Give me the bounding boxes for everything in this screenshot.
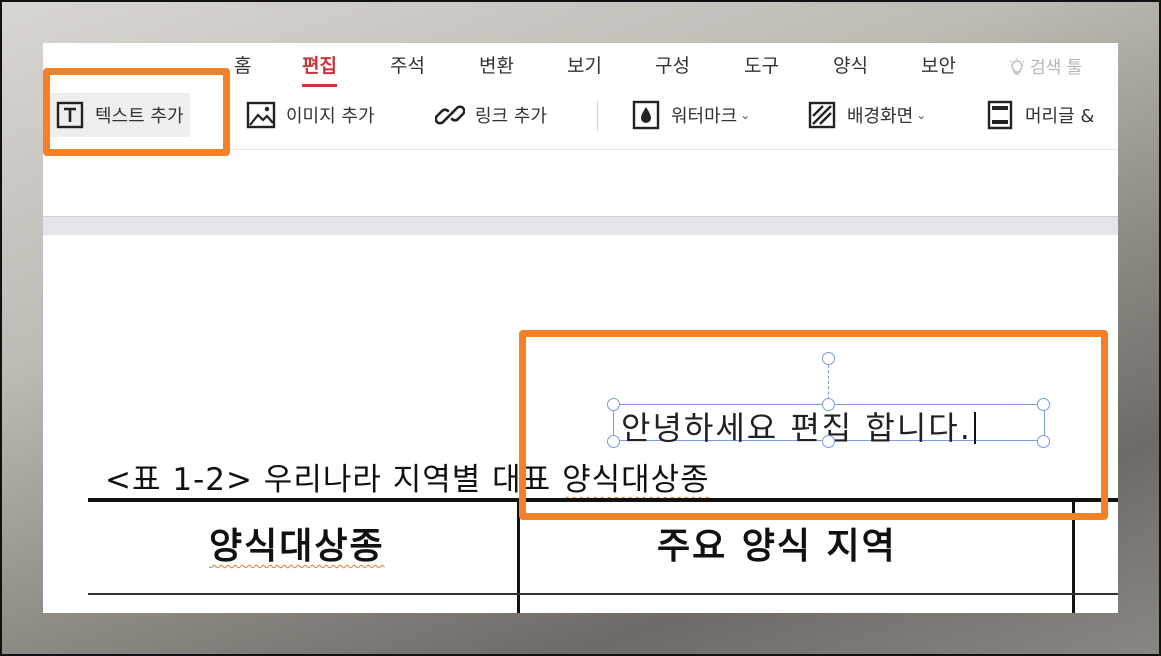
- chevron-down-icon: ⌄: [740, 108, 751, 122]
- search-tools[interactable]: 검색 툴: [1008, 53, 1082, 78]
- chevron-down-icon: ⌄: [916, 108, 927, 122]
- tab-edit[interactable]: 편집: [302, 51, 337, 87]
- header-footer-button[interactable]: 머리글 &: [985, 93, 1094, 137]
- toolbar-divider: [597, 101, 598, 131]
- header-footer-label: 머리글 &: [1025, 106, 1095, 127]
- tab-forms[interactable]: 양식: [833, 51, 868, 78]
- header-footer-icon: [985, 100, 1015, 130]
- add-link-button[interactable]: 링크 추가: [435, 93, 547, 137]
- lightbulb-icon: [1009, 58, 1025, 75]
- add-link-label: 링크 추가: [475, 106, 547, 127]
- highlight-text-box: [519, 330, 1108, 520]
- add-image-button[interactable]: 이미지 추가: [246, 93, 375, 137]
- tab-tools[interactable]: 도구: [744, 51, 779, 78]
- image-icon: [246, 100, 276, 130]
- page-gap: [43, 216, 1118, 235]
- caption-text: <표 1-2> 우리나라 지역별 대표: [105, 462, 563, 498]
- table-header-divider: [88, 593, 1118, 595]
- watermark-button[interactable]: 워터마크 ⌄: [631, 93, 750, 137]
- water-drop-icon: [631, 100, 661, 130]
- search-label: 검색 툴: [1030, 58, 1083, 78]
- tab-annotate[interactable]: 주석: [390, 51, 425, 78]
- tab-convert[interactable]: 변환: [479, 51, 514, 78]
- background-button[interactable]: 배경화면 ⌄: [807, 93, 926, 137]
- highlight-add-text: [43, 68, 230, 156]
- add-image-label: 이미지 추가: [286, 106, 375, 127]
- table-header-species: 양식대상종: [209, 526, 385, 567]
- striped-square-icon: [807, 100, 837, 130]
- watermark-label: 워터마크: [671, 106, 738, 127]
- tab-home[interactable]: 홈: [234, 51, 251, 78]
- table-header-region: 주요 양식 지역: [657, 526, 897, 567]
- tab-security[interactable]: 보안: [921, 51, 956, 78]
- link-icon: [435, 100, 465, 130]
- background-label: 배경화면: [847, 106, 914, 127]
- tab-organize[interactable]: 구성: [655, 51, 690, 78]
- tab-view[interactable]: 보기: [567, 51, 602, 78]
